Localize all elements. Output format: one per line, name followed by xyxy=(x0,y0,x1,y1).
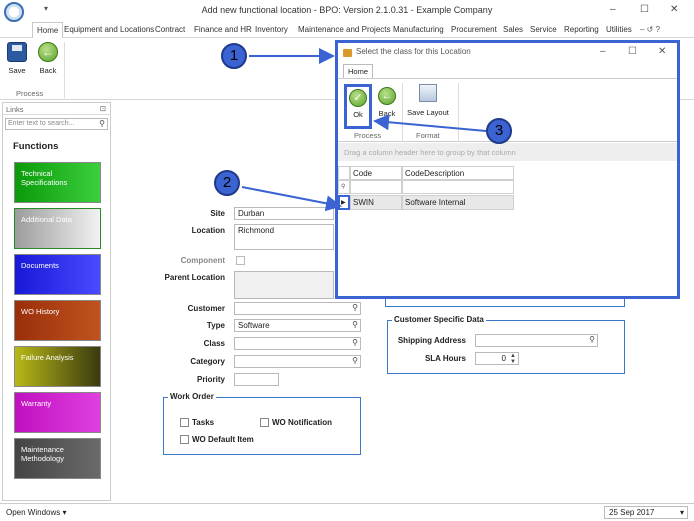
callout-3: 3 xyxy=(486,118,512,144)
callout-arrows xyxy=(241,48,487,212)
callout-2: 2 xyxy=(214,170,240,196)
callout-1: 1 xyxy=(221,43,247,69)
callout-3-arrow xyxy=(373,114,487,132)
callout-2-arrow xyxy=(241,186,342,212)
